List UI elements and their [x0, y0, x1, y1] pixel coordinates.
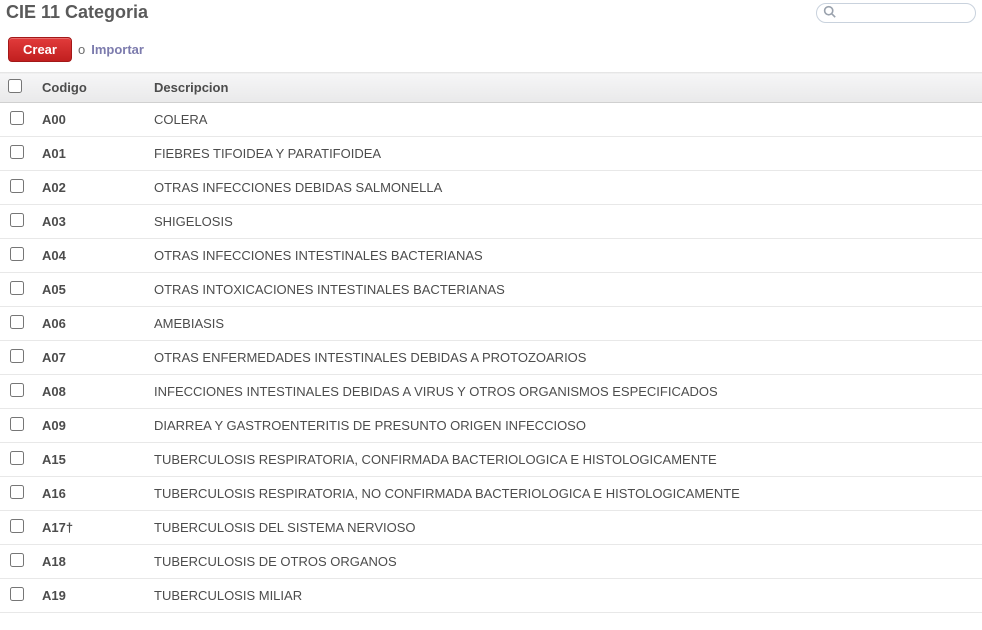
import-link[interactable]: Importar [91, 42, 144, 57]
column-header-descripcion[interactable]: Descripcion [146, 73, 982, 103]
table-row[interactable]: A17†TUBERCULOSIS DEL SISTEMA NERVIOSO [0, 511, 982, 545]
row-checkbox[interactable] [10, 281, 24, 295]
row-checkbox[interactable] [10, 417, 24, 431]
table-row[interactable]: A04OTRAS INFECCIONES INTESTINALES BACTER… [0, 239, 982, 273]
cell-descripcion: TUBERCULOSIS DEL SISTEMA NERVIOSO [146, 511, 982, 545]
column-header-codigo[interactable]: Codigo [34, 73, 146, 103]
data-table: Codigo Descripcion A00COLERAA01FIEBRES T… [0, 72, 982, 613]
row-checkbox-cell [0, 443, 34, 477]
row-checkbox[interactable] [10, 247, 24, 261]
cell-codigo: A04 [34, 239, 146, 273]
cell-codigo: A18 [34, 545, 146, 579]
cell-codigo: A09 [34, 409, 146, 443]
cell-codigo: A02 [34, 171, 146, 205]
cell-descripcion: OTRAS INTOXICACIONES INTESTINALES BACTER… [146, 273, 982, 307]
row-checkbox-cell [0, 205, 34, 239]
row-checkbox-cell [0, 307, 34, 341]
table-row[interactable]: A06AMEBIASIS [0, 307, 982, 341]
row-checkbox[interactable] [10, 553, 24, 567]
row-checkbox-cell [0, 171, 34, 205]
cell-descripcion: OTRAS ENFERMEDADES INTESTINALES DEBIDAS … [146, 341, 982, 375]
row-checkbox[interactable] [10, 349, 24, 363]
cell-codigo: A16 [34, 477, 146, 511]
row-checkbox[interactable] [10, 145, 24, 159]
search-box[interactable] [816, 3, 976, 23]
cell-codigo: A15 [34, 443, 146, 477]
row-checkbox[interactable] [10, 485, 24, 499]
row-checkbox[interactable] [10, 111, 24, 125]
table-row[interactable]: A08INFECCIONES INTESTINALES DEBIDAS A VI… [0, 375, 982, 409]
search-input[interactable] [839, 5, 971, 20]
table-row[interactable]: A07OTRAS ENFERMEDADES INTESTINALES DEBID… [0, 341, 982, 375]
table-row[interactable]: A18TUBERCULOSIS DE OTROS ORGANOS [0, 545, 982, 579]
table-row[interactable]: A15TUBERCULOSIS RESPIRATORIA, CONFIRMADA… [0, 443, 982, 477]
row-checkbox-cell [0, 239, 34, 273]
cell-codigo: A06 [34, 307, 146, 341]
cell-codigo: A08 [34, 375, 146, 409]
cell-codigo: A05 [34, 273, 146, 307]
row-checkbox-cell [0, 579, 34, 613]
row-checkbox-cell [0, 273, 34, 307]
table-row[interactable]: A03SHIGELOSIS [0, 205, 982, 239]
cell-descripcion: TUBERCULOSIS MILIAR [146, 579, 982, 613]
cell-descripcion: DIARREA Y GASTROENTERITIS DE PRESUNTO OR… [146, 409, 982, 443]
create-button[interactable]: Crear [8, 37, 72, 62]
cell-codigo: A07 [34, 341, 146, 375]
table-row[interactable]: A02OTRAS INFECCIONES DEBIDAS SALMONELLA [0, 171, 982, 205]
search-icon [823, 5, 836, 21]
row-checkbox-cell [0, 511, 34, 545]
row-checkbox-cell [0, 477, 34, 511]
header-checkbox-cell [0, 73, 34, 103]
row-checkbox-cell [0, 341, 34, 375]
cell-descripcion: TUBERCULOSIS RESPIRATORIA, NO CONFIRMADA… [146, 477, 982, 511]
row-checkbox[interactable] [10, 315, 24, 329]
table-row[interactable]: A00COLERA [0, 103, 982, 137]
cell-descripcion: SHIGELOSIS [146, 205, 982, 239]
select-all-checkbox[interactable] [8, 79, 22, 93]
table-row[interactable]: A05OTRAS INTOXICACIONES INTESTINALES BAC… [0, 273, 982, 307]
row-checkbox[interactable] [10, 383, 24, 397]
cell-descripcion: COLERA [146, 103, 982, 137]
cell-descripcion: FIEBRES TIFOIDEA Y PARATIFOIDEA [146, 137, 982, 171]
row-checkbox[interactable] [10, 451, 24, 465]
cell-descripcion: OTRAS INFECCIONES INTESTINALES BACTERIAN… [146, 239, 982, 273]
row-checkbox-cell [0, 545, 34, 579]
cell-descripcion: TUBERCULOSIS DE OTROS ORGANOS [146, 545, 982, 579]
page-title: CIE 11 Categoria [6, 2, 148, 23]
table-row[interactable]: A19TUBERCULOSIS MILIAR [0, 579, 982, 613]
cell-codigo: A01 [34, 137, 146, 171]
table-row[interactable]: A16TUBERCULOSIS RESPIRATORIA, NO CONFIRM… [0, 477, 982, 511]
row-checkbox[interactable] [10, 519, 24, 533]
cell-codigo: A03 [34, 205, 146, 239]
cell-descripcion: AMEBIASIS [146, 307, 982, 341]
row-checkbox[interactable] [10, 179, 24, 193]
row-checkbox-cell [0, 137, 34, 171]
row-checkbox-cell [0, 375, 34, 409]
row-checkbox[interactable] [10, 213, 24, 227]
row-checkbox[interactable] [10, 587, 24, 601]
cell-descripcion: TUBERCULOSIS RESPIRATORIA, CONFIRMADA BA… [146, 443, 982, 477]
table-row[interactable]: A09DIARREA Y GASTROENTERITIS DE PRESUNTO… [0, 409, 982, 443]
cell-codigo: A19 [34, 579, 146, 613]
table-row[interactable]: A01FIEBRES TIFOIDEA Y PARATIFOIDEA [0, 137, 982, 171]
or-text: o [78, 42, 85, 57]
cell-descripcion: OTRAS INFECCIONES DEBIDAS SALMONELLA [146, 171, 982, 205]
cell-codigo: A00 [34, 103, 146, 137]
cell-descripcion: INFECCIONES INTESTINALES DEBIDAS A VIRUS… [146, 375, 982, 409]
row-checkbox-cell [0, 409, 34, 443]
cell-codigo: A17† [34, 511, 146, 545]
row-checkbox-cell [0, 103, 34, 137]
